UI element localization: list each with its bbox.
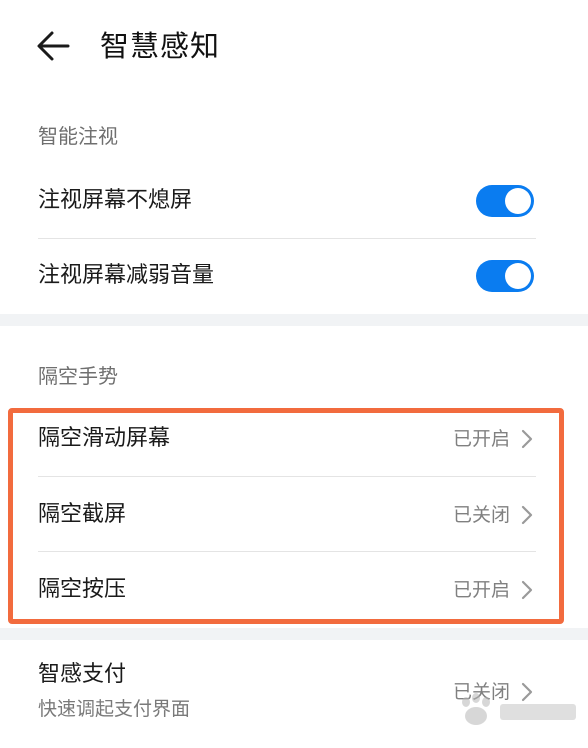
setting-row-air-screenshot[interactable]: 隔空截屏 已关闭 <box>38 478 536 552</box>
page-title: 智慧感知 <box>100 29 221 63</box>
setting-label: 隔空按压 <box>38 577 127 602</box>
setting-label: 隔空滑动屏幕 <box>38 426 171 451</box>
chevron-right-icon <box>521 682 533 702</box>
top-bar: 智慧感知 <box>0 0 588 92</box>
setting-label: 注视屏幕不熄屏 <box>38 188 193 213</box>
chevron-right-icon <box>521 505 533 525</box>
setting-label: 注视屏幕减弱音量 <box>38 263 215 288</box>
status-value: 已关闭 <box>452 504 510 526</box>
toggle-knob <box>505 263 531 289</box>
toggle-knob <box>505 188 531 214</box>
keep-screen-on-toggle[interactable] <box>476 185 534 217</box>
setting-row-lower-volume[interactable]: 注视屏幕减弱音量 <box>38 239 536 313</box>
settings-page: 智慧感知 智能注视 注视屏幕不熄屏 注视屏幕减弱音量 隔空手势 隔空滑动屏幕 已… <box>0 0 588 748</box>
lower-volume-toggle[interactable] <box>476 260 534 292</box>
setting-label: 智感支付 <box>38 662 127 687</box>
arrow-left-icon <box>37 31 70 61</box>
status-value: 已关闭 <box>452 681 510 703</box>
setting-row-air-press[interactable]: 隔空按压 已开启 <box>38 553 536 627</box>
setting-row-keep-screen-on[interactable]: 注视屏幕不熄屏 <box>38 164 536 238</box>
setting-row-air-swipe[interactable]: 隔空滑动屏幕 已开启 <box>38 402 536 476</box>
status-value: 已开启 <box>452 579 510 601</box>
chevron-right-icon <box>521 580 533 600</box>
section-separator <box>0 314 588 326</box>
chevron-right-icon <box>521 429 533 449</box>
back-button[interactable] <box>34 26 74 66</box>
setting-label: 隔空截屏 <box>38 502 127 527</box>
divider <box>38 551 536 552</box>
divider <box>38 476 536 477</box>
section-separator <box>0 628 588 640</box>
section-label-air-gesture: 隔空手势 <box>38 364 118 388</box>
setting-sublabel: 快速调起支付界面 <box>38 698 191 720</box>
setting-row-smart-payment[interactable]: 智感支付 快速调起支付界面 已关闭 <box>38 652 536 732</box>
section-label-gaze: 智能注视 <box>38 124 118 148</box>
status-value: 已开启 <box>452 428 510 450</box>
